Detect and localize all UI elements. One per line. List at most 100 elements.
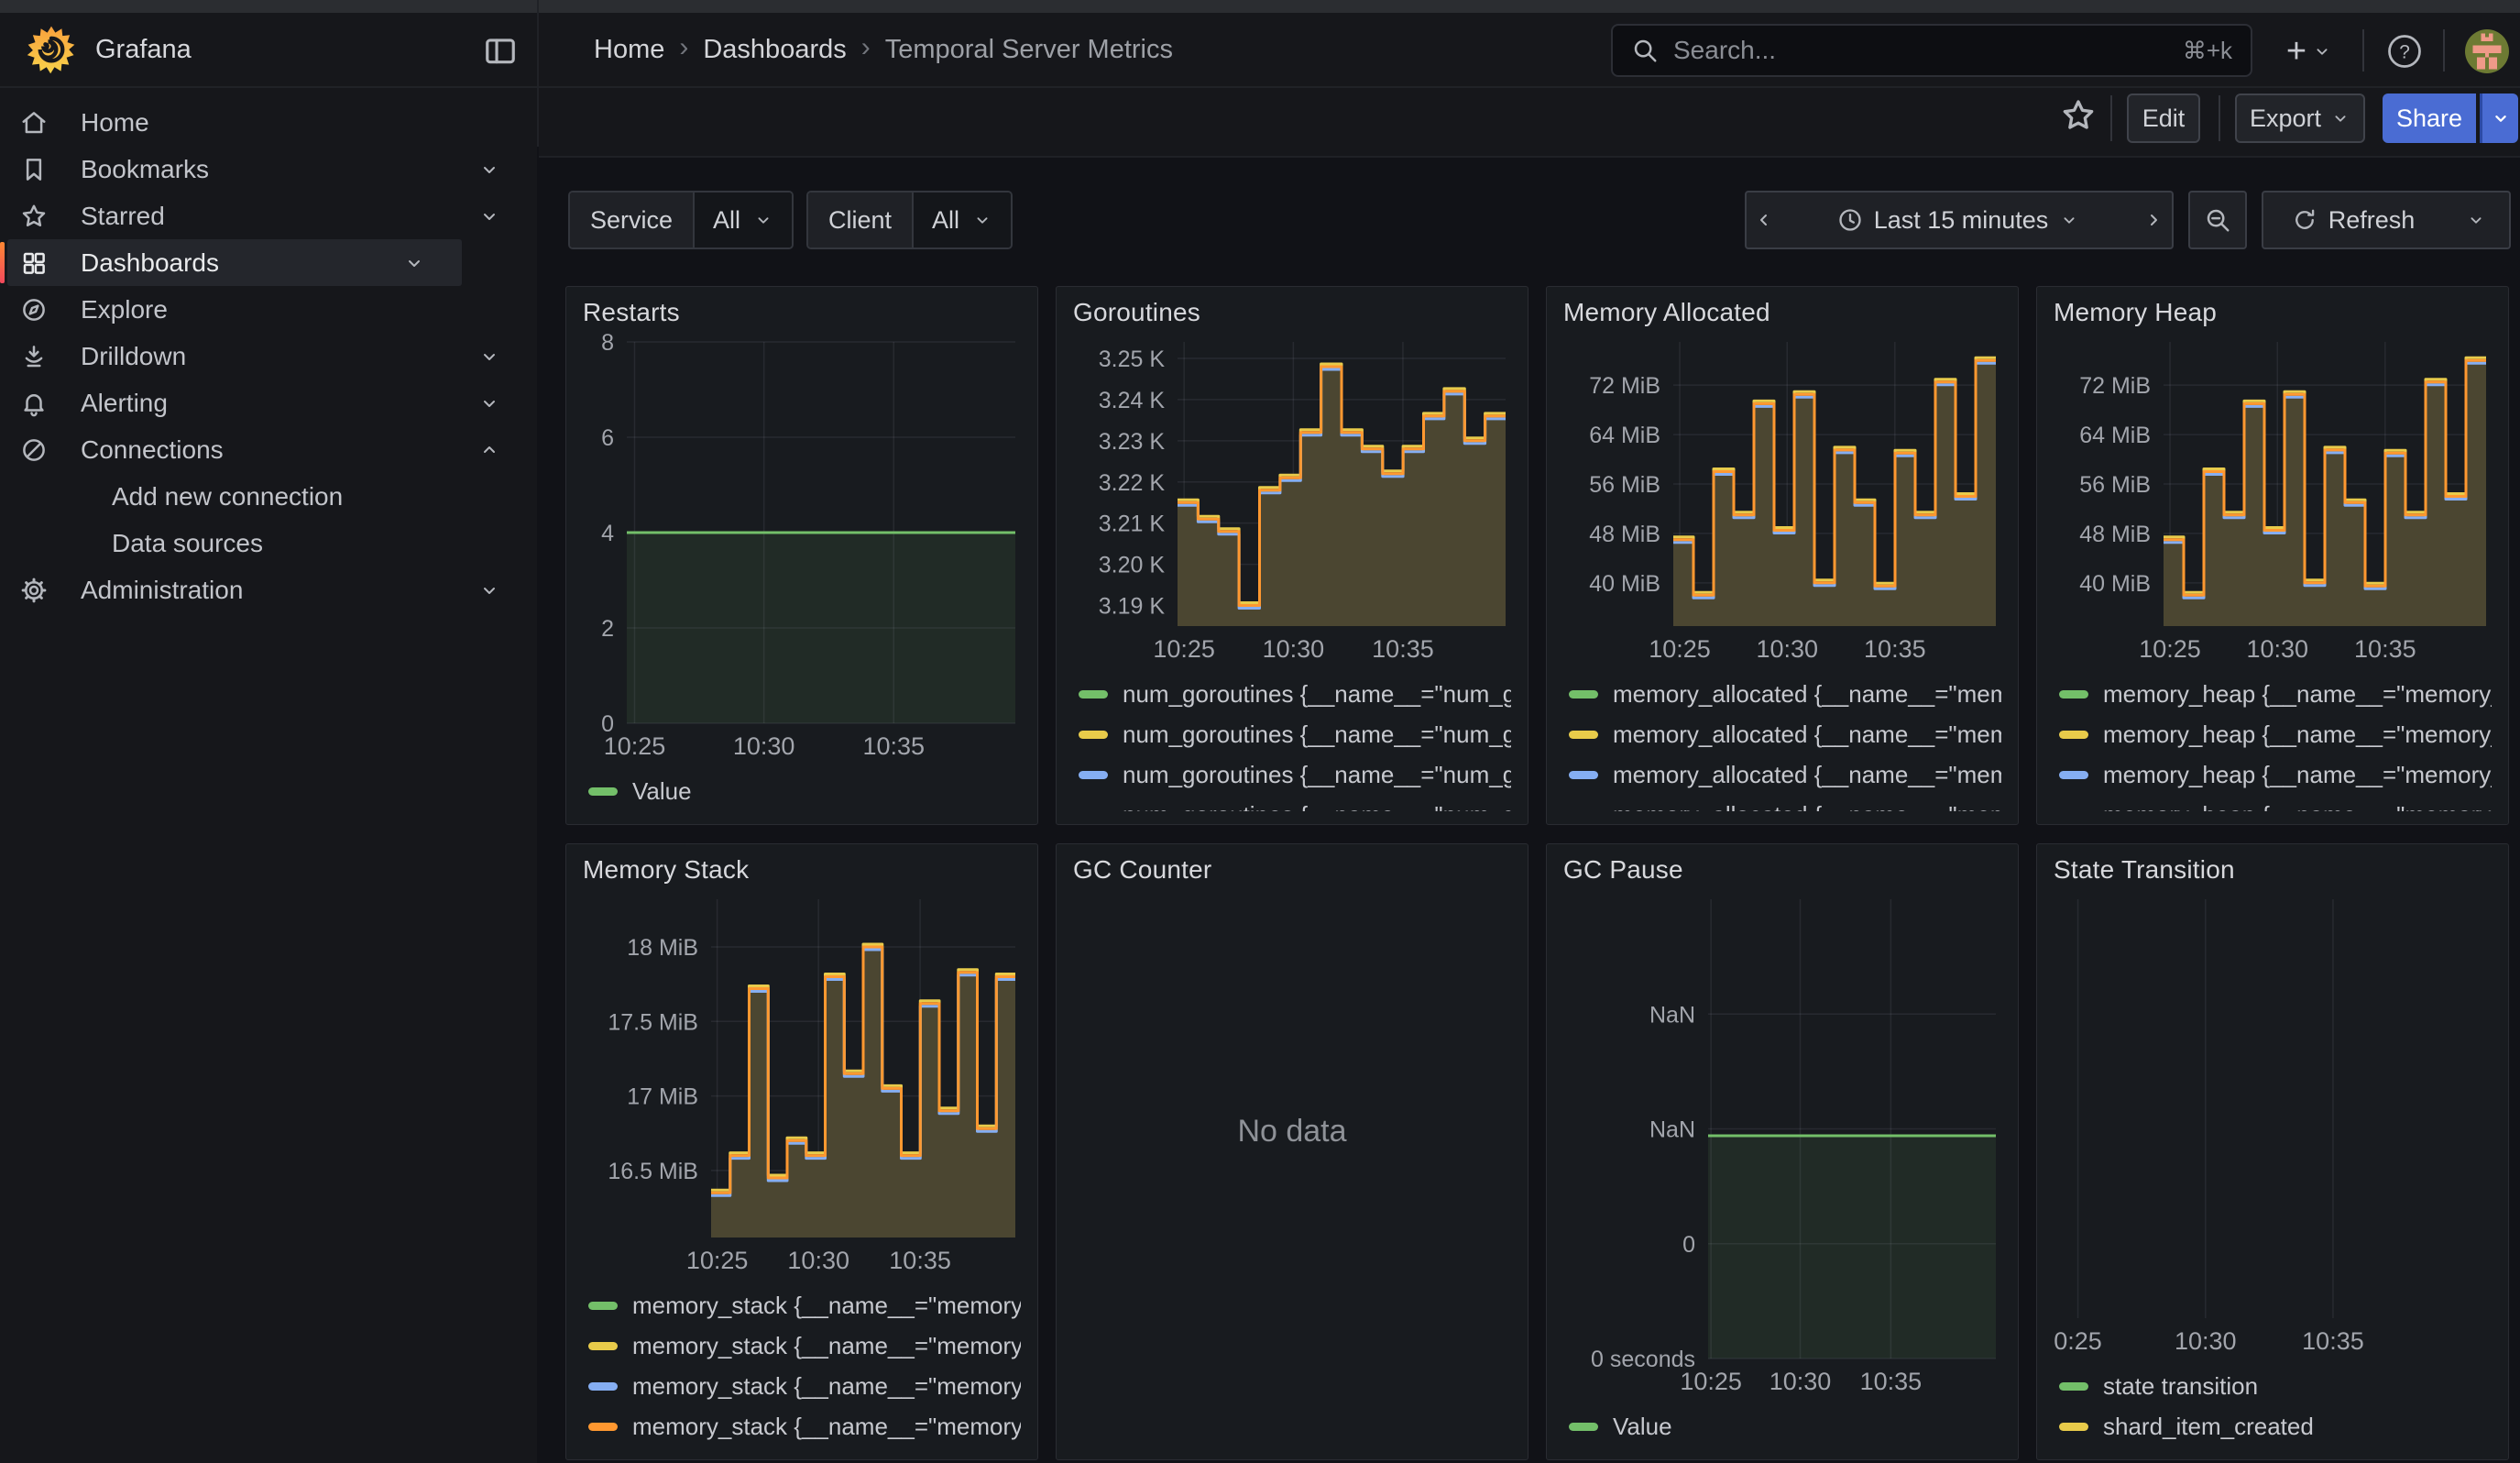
- panel-memory-stack: Memory Stack 10:2510:3010:3518 MiB17.5 M…: [565, 843, 1038, 1460]
- search-input[interactable]: [1671, 35, 2170, 66]
- sidebar-item-administration[interactable]: Administration: [0, 566, 537, 613]
- time-range-forward-button[interactable]: [2135, 191, 2174, 249]
- legend-item[interactable]: memory_heap {__name__="memory_h: [2059, 714, 2492, 754]
- add-new-button[interactable]: +: [2274, 29, 2344, 73]
- panel-title[interactable]: GC Pause: [1563, 855, 2001, 885]
- refresh-button[interactable]: Refresh: [2262, 191, 2445, 249]
- nav-divider: [2362, 29, 2364, 72]
- grafana-logo-icon[interactable]: [26, 24, 77, 75]
- dock-sidebar-icon[interactable]: [478, 31, 522, 70]
- state-transition-chart[interactable]: 0:2510:3010:35: [2054, 890, 2492, 1360]
- svg-text:3.24 K: 3.24 K: [1099, 388, 1166, 413]
- goroutines-chart[interactable]: 10:2510:3010:353.25 K3.24 K3.23 K3.22 K3…: [1073, 333, 1511, 668]
- svg-text:10:35: 10:35: [2354, 635, 2416, 663]
- search-input-wrap[interactable]: ⌘+k: [1611, 24, 2252, 77]
- legend-label: num_goroutines {__name__="num_go: [1123, 680, 1511, 709]
- legend-item[interactable]: memory_stack {__name__="memory_s: [588, 1326, 1021, 1366]
- panel-title[interactable]: Memory Heap: [2054, 298, 2492, 327]
- svg-text:10:35: 10:35: [889, 1247, 951, 1274]
- sidebar-item-data-sources[interactable]: Data sources: [0, 520, 537, 566]
- svg-text:40 MiB: 40 MiB: [1589, 571, 1660, 597]
- edit-button[interactable]: Edit: [2127, 94, 2200, 143]
- legend-item[interactable]: num_goroutines {__name__="num_go: [1079, 714, 1511, 754]
- legend-item[interactable]: shard_item_created: [2059, 1406, 2492, 1446]
- panel-title[interactable]: State Transition: [2054, 855, 2492, 885]
- legend-item[interactable]: memory_allocated {__name__="memo: [1569, 754, 2001, 795]
- sidebar-item-starred[interactable]: Starred: [0, 192, 537, 239]
- chevron-down-icon[interactable]: [478, 392, 500, 414]
- restarts-chart[interactable]: 10:2510:3010:3586420: [583, 333, 1021, 765]
- legend-item[interactable]: num_goroutines {__name__="num_go: [1079, 674, 1511, 714]
- gc-pause-chart[interactable]: 10:2510:3010:35NaNNaN00 seconds: [1563, 890, 2001, 1401]
- memory-heap-chart[interactable]: 10:2510:3010:3572 MiB64 MiB56 MiB48 MiB4…: [2054, 333, 2492, 668]
- sidebar-item-explore[interactable]: Explore: [0, 286, 537, 333]
- svg-text:0:25: 0:25: [2054, 1327, 2102, 1355]
- memory-allocated-chart[interactable]: 10:2510:3010:3572 MiB64 MiB56 MiB48 MiB4…: [1563, 333, 2001, 668]
- legend-item[interactable]: memory_allocated {__name__="memo: [1569, 674, 2001, 714]
- chevron-down-icon[interactable]: [478, 159, 500, 181]
- legend-item[interactable]: memory_allocated {__name__="memo: [1569, 714, 2001, 754]
- star-icon: [18, 203, 49, 230]
- share-dropdown-button[interactable]: [2480, 94, 2518, 143]
- toolbar-divider: [2219, 95, 2220, 141]
- chevron-down-icon[interactable]: [403, 252, 425, 274]
- sidebar-item-home[interactable]: Home: [0, 99, 537, 146]
- memory-stack-chart[interactable]: 10:2510:3010:3518 MiB17.5 MiB17 MiB16.5 …: [583, 890, 1021, 1280]
- chevron-down-icon[interactable]: [478, 579, 500, 601]
- panel-title[interactable]: Goroutines: [1073, 298, 1511, 327]
- sidebar-item-label: Alerting: [81, 389, 168, 418]
- breadcrumb-home[interactable]: Home: [594, 35, 664, 65]
- sidebar-nav: Home Bookmarks Starred Dashboards Explor…: [0, 88, 537, 1463]
- bookmark-icon: [18, 156, 49, 183]
- share-button[interactable]: Share: [2383, 94, 2476, 143]
- sidebar-item-label: Data sources: [112, 529, 263, 558]
- legend-item[interactable]: num_goroutines {__name__="num_go: [1079, 754, 1511, 795]
- star-dashboard-button[interactable]: [2060, 97, 2100, 138]
- legend-item[interactable]: Value: [588, 771, 1021, 811]
- panel-title[interactable]: Memory Stack: [583, 855, 1021, 885]
- service-filter[interactable]: Service All: [568, 191, 794, 249]
- panel-title[interactable]: Memory Allocated: [1563, 298, 2001, 327]
- breadcrumb-dashboards[interactable]: Dashboards: [703, 35, 846, 65]
- legend-label: memory_stack {__name__="memory_s: [632, 1372, 1021, 1401]
- zoom-out-button[interactable]: [2188, 191, 2247, 249]
- client-filter[interactable]: Client All: [806, 191, 1013, 249]
- chevron-down-icon: [2330, 108, 2350, 128]
- export-button[interactable]: Export: [2235, 94, 2365, 143]
- panel-memory-heap: Memory Heap 10:2510:3010:3572 MiB64 MiB5…: [2036, 286, 2509, 825]
- sidebar-item-dashboards[interactable]: Dashboards: [7, 239, 462, 286]
- legend-item[interactable]: memory_stack {__name__="memory_s: [588, 1285, 1021, 1326]
- legend-item[interactable]: memory_allocated {__name__="memo: [1569, 795, 2001, 811]
- sidebar-item-connections[interactable]: Connections: [0, 426, 537, 473]
- avatar[interactable]: [2465, 29, 2509, 73]
- sidebar-item-add-new-connection[interactable]: Add new connection: [0, 473, 537, 520]
- legend: num_goroutines {__name__="num_go num_gor…: [1073, 674, 1511, 811]
- time-range-back-button[interactable]: [1745, 191, 1783, 249]
- chevron-up-icon[interactable]: [478, 439, 500, 461]
- legend-item[interactable]: num_goroutines {__name__="num_go: [1079, 795, 1511, 811]
- legend-item[interactable]: memory_stack {__name__="memory_s: [588, 1366, 1021, 1406]
- refresh-interval-dropdown[interactable]: [2443, 191, 2511, 249]
- dashboard-grid: Restarts 10:2510:3010:3586420 Value Goro…: [565, 286, 2509, 1460]
- legend-item[interactable]: Value: [1569, 1406, 2001, 1446]
- bell-icon: [18, 390, 49, 417]
- compass-icon: [18, 296, 49, 324]
- series-marker: [2059, 1382, 2088, 1391]
- legend-item[interactable]: memory_heap {__name__="memory_h: [2059, 754, 2492, 795]
- series-marker: [2059, 690, 2088, 698]
- panel-title[interactable]: Restarts: [583, 298, 1021, 327]
- svg-text:40 MiB: 40 MiB: [2079, 571, 2151, 597]
- panel-title[interactable]: GC Counter: [1073, 855, 1511, 885]
- legend-item[interactable]: state transition: [2059, 1366, 2492, 1406]
- legend-item[interactable]: memory_stack {__name__="memory_s: [588, 1406, 1021, 1446]
- sidebar-item-drilldown[interactable]: Drilldown: [0, 333, 537, 380]
- sidebar-item-alerting[interactable]: Alerting: [0, 380, 537, 426]
- sidebar-item-bookmarks[interactable]: Bookmarks: [0, 146, 537, 192]
- legend-item[interactable]: memory_heap {__name__="memory_h: [2059, 674, 2492, 714]
- help-button[interactable]: ?: [2384, 31, 2425, 72]
- chevron-down-icon[interactable]: [478, 346, 500, 368]
- time-range-picker[interactable]: Last 15 minutes: [1781, 191, 2137, 249]
- chevron-down-icon[interactable]: [478, 205, 500, 227]
- panel-memory-allocated: Memory Allocated 10:2510:3010:3572 MiB64…: [1546, 286, 2019, 825]
- legend-item[interactable]: memory_heap {__name__="memory_h: [2059, 795, 2492, 811]
